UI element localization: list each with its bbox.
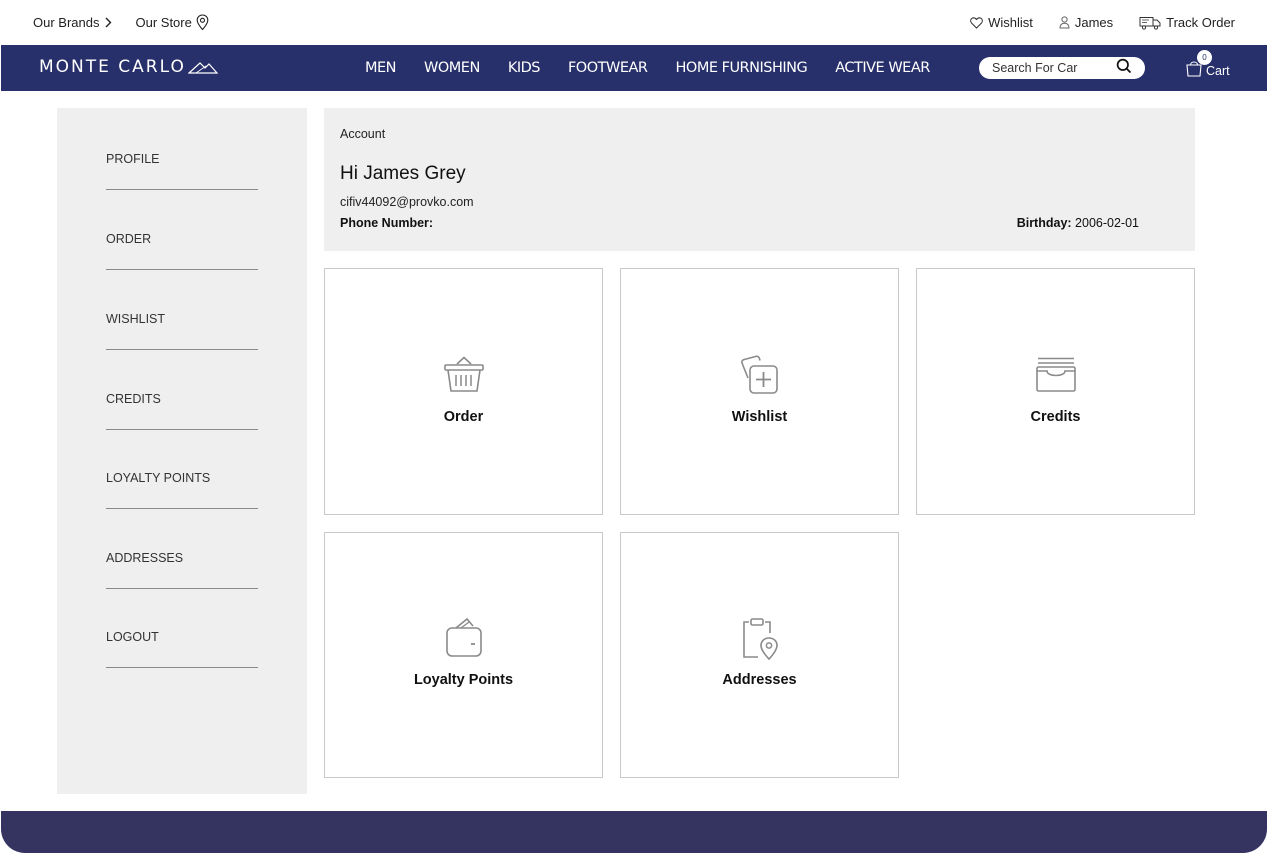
nav-item-women[interactable]: WOMEN [424,60,480,76]
footer [1,811,1267,853]
heart-icon [970,16,983,29]
wishlist-add-icon [738,354,782,401]
logo-mark-icon [187,62,218,74]
sidebar-item-addresses[interactable]: ADDRESSES [106,551,258,589]
cart-label: Cart [1206,63,1230,78]
greeting: Hi James Grey [340,163,466,184]
page: Our Brands Our Store Wishlist James Trac… [0,0,1268,853]
nav-item-kids[interactable]: KIDS [508,60,541,76]
sidebar-item-profile[interactable]: PROFILE [106,152,258,190]
our-brands-label: Our Brands [33,15,100,30]
search-box [979,57,1145,79]
wishlist-card[interactable]: Wishlist [620,268,899,515]
addresses-card-title: Addresses [722,672,797,688]
monte-carlo-logo[interactable]: MONTE CARLO [39,57,218,77]
loyalty-points-card[interactable]: Loyalty Points [324,532,603,778]
phone-number: Phone Number: [340,216,433,230]
nav-item-home-furnishing[interactable]: HOME FURNISHING [676,60,808,76]
chevron-right-icon [103,16,113,29]
credits-card-title: Credits [1030,409,1081,425]
our-brands-link[interactable]: Our Brands [33,15,113,30]
account-summary: Account Hi James Grey cifiv44092@provko.… [324,108,1195,251]
logo-text: MONTE CARLO [39,57,186,77]
search-input[interactable] [992,61,1116,75]
wishlist-label: Wishlist [988,15,1033,30]
user-name: James [1074,15,1114,30]
nav-item-active-wear[interactable]: ACTIVE WEAR [835,60,930,76]
nav-item-men[interactable]: MEN [365,60,397,76]
tray-icon [1035,357,1077,398]
wishlist-card-title: Wishlist [731,409,788,425]
sidebar-item-wishlist[interactable]: WISHLIST [106,312,258,350]
our-store-label: Our Store [135,15,192,30]
addresses-card[interactable]: Addresses [620,532,899,778]
phone-label: Phone Number: [340,216,434,230]
location-pin-icon [196,14,209,31]
birthday-label: Birthday: [1016,216,1072,230]
our-store-link[interactable]: Our Store [135,14,209,31]
sidebar-item-credits[interactable]: CREDITS [106,392,258,430]
track-order-label: Track Order [1166,15,1235,30]
truck-icon [1139,16,1161,30]
wallet-icon [444,617,484,664]
credits-card[interactable]: Credits [916,268,1195,515]
user-email: cifiv44092@provko.com [340,195,474,209]
cart-button[interactable]: 0 Cart [1184,50,1230,83]
order-card-title: Order [443,409,484,425]
clipboard-location-icon [740,617,780,666]
birthday: Birthday: 2006-02-01 [1017,216,1139,230]
nav-item-footwear[interactable]: FOOTWEAR [568,60,648,76]
basket-icon [443,356,485,399]
sidebar-item-logout[interactable]: LOGOUT [106,630,258,668]
track-order-link[interactable]: Track Order [1139,15,1235,30]
main-navigation: MONTE CARLO MEN WOMEN KIDS FOOTWEAR HOME… [1,45,1267,91]
sidebar-item-order[interactable]: ORDER [106,232,258,270]
account-sidebar: PROFILE ORDER WISHLIST CREDITS LOYALTY P… [57,108,307,794]
search-icon[interactable] [1116,58,1132,79]
sidebar-item-loyalty-points[interactable]: LOYALTY POINTS [106,471,258,509]
loyalty-points-card-title: Loyalty Points [413,672,514,688]
account-user-link[interactable]: James [1059,15,1113,30]
cart-count-badge: 0 [1197,50,1212,65]
utility-bar: Our Brands Our Store Wishlist James Trac… [0,0,1268,45]
birthday-value: 2006-02-01 [1075,216,1139,230]
breadcrumb: Account [340,127,386,141]
order-card[interactable]: Order [324,268,603,515]
wishlist-link[interactable]: Wishlist [970,15,1033,30]
user-icon [1059,16,1070,29]
category-menu: MEN WOMEN KIDS FOOTWEAR HOME FURNISHING … [365,45,958,91]
